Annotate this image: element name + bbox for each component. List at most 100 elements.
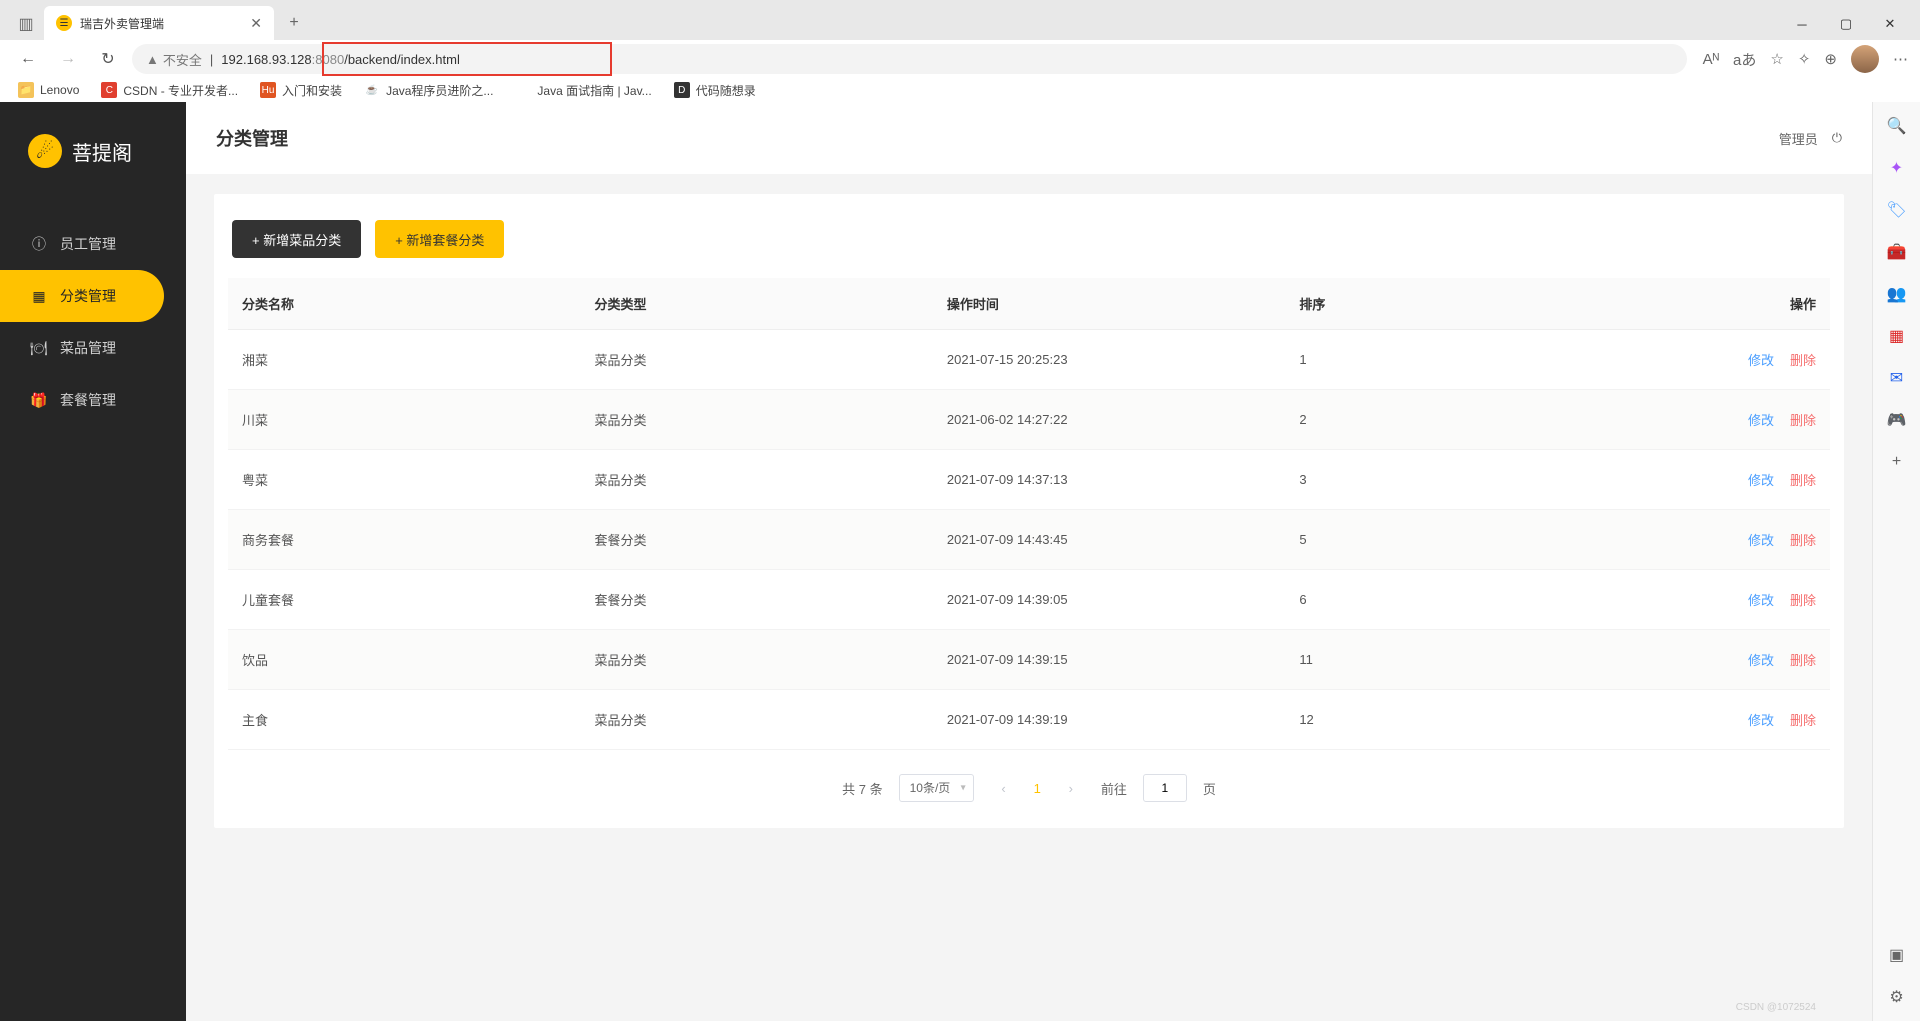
forward-icon[interactable]: →: [52, 43, 84, 75]
bookmark-item[interactable]: ·Java 面试指南 | Jav...: [515, 82, 651, 99]
tools-icon[interactable]: 🧰: [1887, 242, 1907, 262]
bookmark-icon: 📁: [18, 82, 34, 98]
shopping-icon[interactable]: 🏷: [1887, 200, 1907, 220]
cell-sort: 6: [1285, 570, 1605, 630]
edit-link[interactable]: 修改: [1748, 593, 1774, 608]
close-window-icon[interactable]: ✕: [1868, 8, 1912, 40]
people-icon[interactable]: 👥: [1887, 284, 1907, 304]
delete-link[interactable]: 删除: [1790, 473, 1816, 488]
office-icon[interactable]: ▦: [1887, 326, 1907, 346]
page-number[interactable]: 1: [1034, 781, 1041, 796]
cell-type: 菜品分类: [580, 330, 932, 390]
delete-link[interactable]: 删除: [1790, 533, 1816, 548]
delete-link[interactable]: 删除: [1790, 713, 1816, 728]
tab-title: 瑞吉外卖管理端: [80, 15, 164, 32]
delete-link[interactable]: 删除: [1790, 353, 1816, 368]
cell-sort: 3: [1285, 450, 1605, 510]
cell-time: 2021-06-02 14:27:22: [933, 390, 1285, 450]
logo-icon: ☄: [28, 134, 62, 168]
new-tab-button[interactable]: +: [280, 9, 308, 37]
back-icon[interactable]: ←: [12, 43, 44, 75]
watermark: CSDN @1072524: [1736, 1002, 1816, 1013]
settings-icon[interactable]: ⚙: [1887, 987, 1907, 1007]
bookmark-icon: ☕: [364, 82, 380, 98]
sidebar-item-2[interactable]: 🍽菜品管理: [0, 322, 164, 374]
collections-icon[interactable]: ✧: [1798, 50, 1811, 68]
edit-link[interactable]: 修改: [1748, 533, 1774, 548]
add-dish-category-button[interactable]: + 新增菜品分类: [232, 220, 361, 258]
games-icon[interactable]: 🎮: [1887, 410, 1907, 430]
window-controls: ─ ▢ ✕: [1780, 8, 1920, 40]
col-time: 操作时间: [933, 278, 1285, 330]
refresh-icon[interactable]: ↻: [92, 43, 124, 75]
table-row: 儿童套餐套餐分类2021-07-09 14:39:056修改删除: [228, 570, 1830, 630]
tab-actions-icon[interactable]: ▥: [8, 8, 44, 40]
cell-type: 菜品分类: [580, 390, 932, 450]
translate-icon[interactable]: aあ: [1733, 49, 1756, 70]
page-size-select[interactable]: 10条/页: [899, 774, 974, 802]
bookmarks-bar: 📁 Lenovo CCSDN - 专业开发者... Hu 入门和安装 ☕ Java程序员进阶…: [0, 78, 1920, 102]
extensions-icon[interactable]: ⊕: [1824, 50, 1837, 68]
cell-type: 套餐分类: [580, 570, 932, 630]
cell-sort: 2: [1285, 390, 1605, 450]
bookmark-icon: Hu: [260, 82, 276, 98]
nav-label: 套餐管理: [60, 390, 116, 410]
cell-name: 儿童套餐: [228, 570, 580, 630]
favorite-icon[interactable]: ☆: [1770, 50, 1783, 68]
bookmark-item[interactable]: Hu 入门和安装: [260, 82, 342, 99]
bookmark-icon: C: [101, 82, 117, 98]
bookmark-item[interactable]: D代码随想录: [674, 82, 756, 99]
cell-sort: 5: [1285, 510, 1605, 570]
bookmark-item[interactable]: ☕ Java程序员进阶之...: [364, 82, 493, 99]
sidebar-item-3[interactable]: 🎁 套餐管理: [0, 374, 164, 426]
edit-link[interactable]: 修改: [1748, 713, 1774, 728]
sidebar-item-0[interactable]: ⓘ员工管理: [0, 218, 164, 270]
cell-time: 2021-07-09 14:43:45: [933, 510, 1285, 570]
goto-input[interactable]: [1143, 774, 1187, 802]
app-logo: ☄ 菩提阁: [0, 134, 186, 218]
bookmark-label: 代码随想录: [696, 82, 756, 99]
insecure-badge: ▲ 不安全: [146, 50, 202, 69]
cell-time: 2021-07-15 20:25:23: [933, 330, 1285, 390]
bookmark-label: 入门和安装: [282, 82, 342, 99]
browser-tab[interactable]: ☰ 瑞吉外卖管理端 ✕: [44, 6, 274, 40]
sidebar-item-1[interactable]: ▦分类管理: [0, 270, 164, 322]
edge-sidebar: 🔍 ✦ 🏷 🧰 👥 ▦ ✉ 🎮 + ▣ ⚙: [1872, 102, 1920, 1021]
edit-link[interactable]: 修改: [1748, 473, 1774, 488]
prev-page-icon[interactable]: ‹: [990, 774, 1018, 802]
more-icon[interactable]: ⋯: [1893, 50, 1908, 68]
copilot-icon[interactable]: ✦: [1887, 158, 1907, 178]
bookmark-item[interactable]: CCSDN - 专业开发者...: [101, 82, 238, 99]
bookmark-label: Lenovo: [40, 83, 79, 97]
nav-icon: 🎁: [30, 391, 48, 409]
next-page-icon[interactable]: ›: [1057, 774, 1085, 802]
profile-avatar[interactable]: [1851, 45, 1879, 73]
bookmark-item[interactable]: 📁 Lenovo: [18, 82, 79, 98]
delete-link[interactable]: 删除: [1790, 413, 1816, 428]
add-meal-category-button[interactable]: + 新增套餐分类: [375, 220, 504, 258]
read-aloud-icon[interactable]: Aᴺ: [1703, 51, 1719, 68]
table-row: 川菜菜品分类2021-06-02 14:27:222修改删除: [228, 390, 1830, 450]
table-row: 湘菜菜品分类2021-07-15 20:25:231修改删除: [228, 330, 1830, 390]
expand-icon[interactable]: ▣: [1887, 945, 1907, 965]
edit-link[interactable]: 修改: [1748, 653, 1774, 668]
bookmark-label: Java程序员进阶之...: [386, 82, 493, 99]
minimize-icon[interactable]: ─: [1780, 8, 1824, 40]
power-icon[interactable]: ⏻: [1832, 130, 1842, 146]
edit-link[interactable]: 修改: [1748, 413, 1774, 428]
address-bar: ← → ↻ ▲ 不安全 | 192.168.93.128:8080/backen…: [0, 40, 1920, 78]
outlook-icon[interactable]: ✉: [1887, 368, 1907, 388]
close-icon[interactable]: ✕: [250, 15, 262, 32]
goto-label: 前往: [1101, 779, 1127, 798]
url-input[interactable]: ▲ 不安全 | 192.168.93.128:8080/backend/inde…: [132, 44, 1687, 74]
col-type: 分类类型: [580, 278, 932, 330]
edit-link[interactable]: 修改: [1748, 353, 1774, 368]
delete-link[interactable]: 删除: [1790, 593, 1816, 608]
add-tool-icon[interactable]: +: [1887, 452, 1907, 472]
maximize-icon[interactable]: ▢: [1824, 8, 1868, 40]
admin-label: 管理员: [1779, 129, 1818, 148]
main-content: 分类管理 管理员 ⏻ + 新增菜品分类 + 新增套餐分类 分类名称 分类类型 操…: [186, 102, 1872, 1021]
delete-link[interactable]: 删除: [1790, 653, 1816, 668]
category-table: 分类名称 分类类型 操作时间 排序 操作 湘菜菜品分类2021-07-15 20…: [228, 278, 1830, 750]
search-icon[interactable]: 🔍: [1887, 116, 1907, 136]
